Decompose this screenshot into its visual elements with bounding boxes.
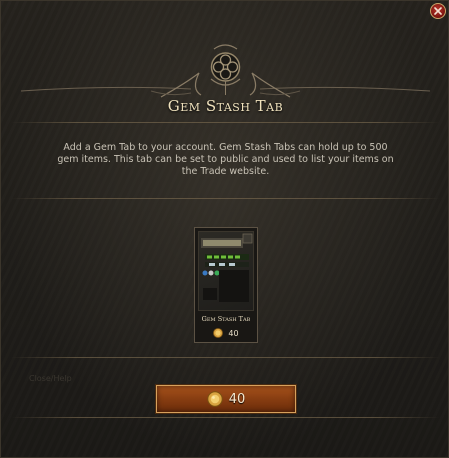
item-name: Gem Stash Tab [201,315,251,323]
gold-coin-icon [207,391,223,407]
gem-stash-tab-preview-image [198,231,254,311]
faded-label: Close/Help [29,374,72,383]
divider [11,122,440,123]
divider [11,198,440,199]
item-card[interactable]: Gem Stash Tab 40 [194,227,258,343]
close-icon [434,7,442,15]
gem-stash-tab-dialog: Gem Stash Tab Add a Gem Tab to your acco… [0,0,449,458]
purchase-price: 40 [228,391,246,407]
gold-coin-icon [213,328,224,338]
divider [11,357,440,358]
dialog-title: Gem Stash Tab [167,97,284,115]
divider [11,417,440,418]
close-button[interactable] [430,3,446,19]
purchase-button[interactable]: 40 [155,384,297,414]
item-price-row: 40 [195,327,257,339]
item-price: 40 [228,328,239,338]
dialog-description: Add a Gem Tab to your account. Gem Stash… [57,142,394,177]
